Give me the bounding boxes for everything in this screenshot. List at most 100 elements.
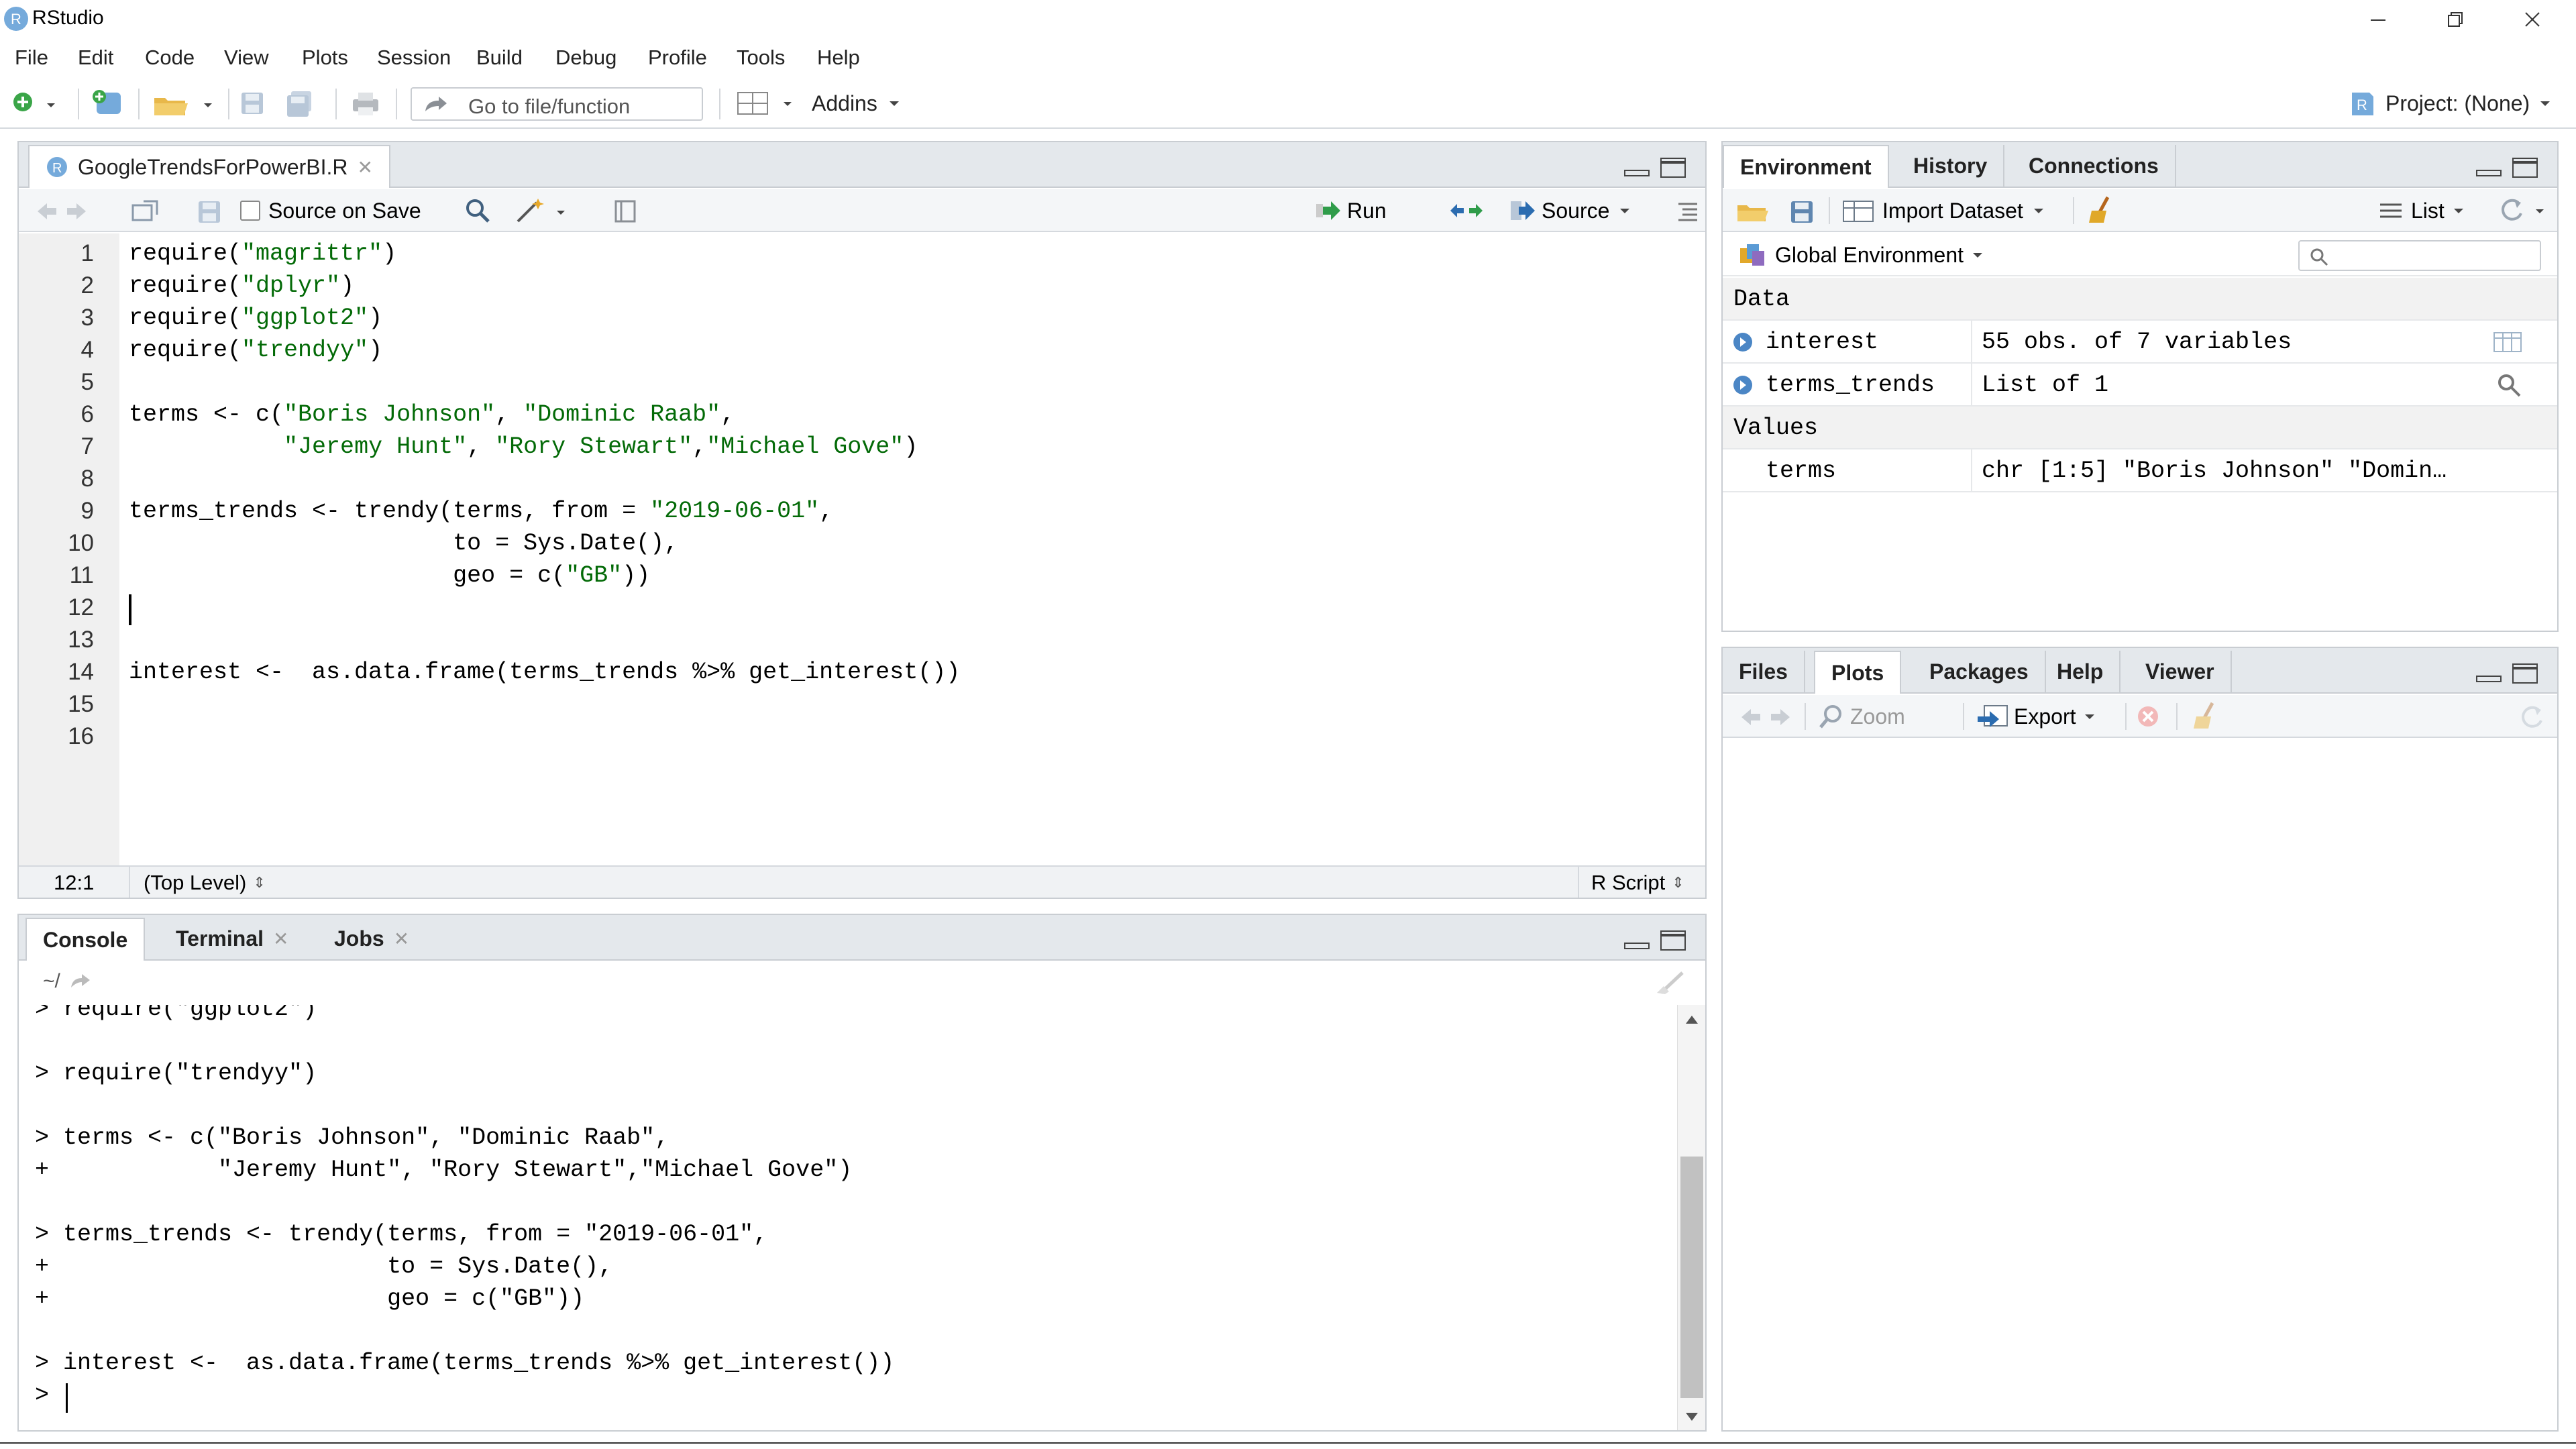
source-on-save-checkbox[interactable]: Source on Save <box>240 197 421 224</box>
environment-search-input[interactable] <box>2298 240 2541 271</box>
new-file-button[interactable] <box>9 89 56 118</box>
export-label: Export <box>2014 704 2076 729</box>
save-all-button[interactable] <box>284 90 318 117</box>
load-workspace-icon[interactable] <box>1735 199 1772 224</box>
close-tab-icon[interactable]: ✕ <box>358 156 373 178</box>
menu-build[interactable]: Build <box>476 44 523 71</box>
scrollbar-thumb[interactable] <box>1680 1157 1703 1398</box>
remove-plot-icon[interactable] <box>2136 704 2161 730</box>
svg-text:R: R <box>2357 97 2367 113</box>
close-tab-icon[interactable]: ✕ <box>394 928 409 950</box>
clear-console-icon[interactable] <box>1654 969 1688 996</box>
tab-googletrendsforpowerbi[interactable]: R GoogleTrendsForPowerBI.R ✕ <box>28 145 390 188</box>
tab-jobs[interactable]: Jobs ✕ <box>318 918 425 959</box>
refresh-icon[interactable] <box>2518 704 2546 731</box>
tab-connections[interactable]: Connections <box>2012 145 2176 186</box>
menu-code[interactable]: Code <box>145 44 195 71</box>
magic-wand-icon[interactable] <box>514 196 569 225</box>
scope-selector[interactable]: (Top Level) ⇕ <box>144 871 266 895</box>
minimize-maximize-icons[interactable] <box>2474 661 2541 686</box>
expand-arrow-icon[interactable] <box>1732 374 1754 396</box>
tab-history[interactable]: History <box>1897 145 2005 186</box>
tab-environment[interactable]: Environment <box>1723 145 1889 188</box>
menu-edit[interactable]: Edit <box>78 44 113 71</box>
env-row-interest[interactable]: interest 55 obs. of 7 variables <box>1723 321 2557 364</box>
tab-console[interactable]: Console <box>25 918 146 961</box>
console-scrollbar[interactable] <box>1677 1005 1705 1430</box>
minimize-maximize-icons[interactable] <box>2474 156 2541 180</box>
run-button[interactable]: Run <box>1313 196 1387 225</box>
env-var-value: chr [1:5] "Boris Johnson" "Domin… <box>1982 458 2447 484</box>
menu-profile[interactable]: Profile <box>648 44 707 71</box>
env-row-terms[interactable]: terms chr [1:5] "Boris Johnson" "Domin… <box>1723 449 2557 492</box>
close-window-button[interactable] <box>2496 0 2569 39</box>
tab-packages[interactable]: Packages <box>1913 651 2046 692</box>
go-to-directory-icon[interactable] <box>68 971 93 991</box>
run-arrow-icon <box>1316 201 1340 220</box>
go-to-file-input[interactable]: Go to file/function <box>411 87 703 121</box>
menu-plots[interactable]: Plots <box>302 44 348 71</box>
menu-help[interactable]: Help <box>817 44 860 71</box>
search-icon[interactable] <box>464 197 491 224</box>
console-line: > require("trendyy") <box>35 1060 317 1087</box>
addins-menu[interactable]: Addins <box>812 89 904 118</box>
menu-view[interactable]: View <box>224 44 269 71</box>
broom-icon[interactable] <box>2085 195 2120 225</box>
export-button[interactable]: Export <box>1975 702 2100 731</box>
project-menu[interactable]: R Project: (None) <box>2348 87 2555 119</box>
zoom-button[interactable]: Zoom <box>1818 702 1905 731</box>
minimize-maximize-icons[interactable] <box>1622 928 1689 953</box>
menu-session[interactable]: Session <box>377 44 451 71</box>
console-line: > require("ggplot2") <box>35 1005 317 1022</box>
code-editor[interactable]: 1 2 3 4 5 6 7 8 9 10 11 12 13 14 15 16 r… <box>19 233 1705 865</box>
menu-file[interactable]: File <box>15 44 48 71</box>
tab-plots[interactable]: Plots <box>1814 651 1902 694</box>
import-dataset-button[interactable]: Import Dataset <box>1841 196 2049 225</box>
minimize-button[interactable] <box>2341 0 2415 39</box>
compile-report-icon[interactable] <box>612 199 639 224</box>
env-row-terms-trends[interactable]: terms_trends List of 1 <box>1723 364 2557 407</box>
console-output[interactable]: > require("ggplot2") > require("trendyy"… <box>19 1005 1705 1430</box>
environment-toolbar: Import Dataset List <box>1723 189 2557 232</box>
show-in-window-icon[interactable] <box>130 199 161 224</box>
scroll-down-icon[interactable] <box>1684 1410 1699 1424</box>
save-workspace-icon[interactable] <box>1788 199 1815 225</box>
source-button[interactable]: Source <box>1508 196 1635 225</box>
broom-icon[interactable] <box>2190 700 2224 731</box>
scroll-up-icon[interactable] <box>1684 1013 1699 1026</box>
tab-console-label: Console <box>43 927 128 952</box>
save-icon[interactable] <box>196 199 223 225</box>
tab-viewer[interactable]: Viewer <box>2129 651 2232 692</box>
tab-files[interactable]: Files <box>1723 651 1805 692</box>
line-number: 15 <box>68 691 94 717</box>
print-button[interactable] <box>350 90 381 117</box>
menu-debug[interactable]: Debug <box>555 44 616 71</box>
search-icon[interactable] <box>2497 373 2524 397</box>
console-line: > terms_trends <- trendy(terms, from = "… <box>35 1221 768 1248</box>
checkbox-box[interactable] <box>240 201 260 221</box>
file-type-selector[interactable]: R Script ⇕ <box>1591 871 1684 895</box>
global-environment-selector[interactable]: Global Environment <box>1737 241 1988 268</box>
expand-arrow-icon[interactable] <box>1732 331 1754 353</box>
pane-layout-button[interactable] <box>735 90 796 117</box>
refresh-icon[interactable] <box>2498 197 2551 224</box>
save-button[interactable] <box>239 90 266 117</box>
open-file-button[interactable] <box>152 89 215 118</box>
environment-table: Data interest 55 obs. of 7 variables ter… <box>1723 278 2557 631</box>
menu-tools[interactable]: Tools <box>737 44 785 71</box>
addins-label: Addins <box>812 91 877 115</box>
new-project-button[interactable] <box>90 89 126 118</box>
rerun-icon[interactable] <box>1448 200 1485 221</box>
list-view-selector[interactable]: List <box>2377 196 2469 225</box>
back-forward-icon[interactable] <box>35 200 89 223</box>
new-project-icon <box>93 90 121 114</box>
document-outline-icon[interactable] <box>1676 200 1700 221</box>
list-icon <box>2380 203 2402 218</box>
restore-button[interactable] <box>2418 0 2492 39</box>
tab-help[interactable]: Help <box>2041 651 2121 692</box>
tab-terminal[interactable]: Terminal ✕ <box>160 918 305 959</box>
view-data-table-icon[interactable] <box>2493 330 2522 354</box>
back-forward-icon[interactable] <box>1739 706 1792 729</box>
close-tab-icon[interactable]: ✕ <box>273 928 288 950</box>
minimize-maximize-icons[interactable] <box>1622 156 1689 180</box>
